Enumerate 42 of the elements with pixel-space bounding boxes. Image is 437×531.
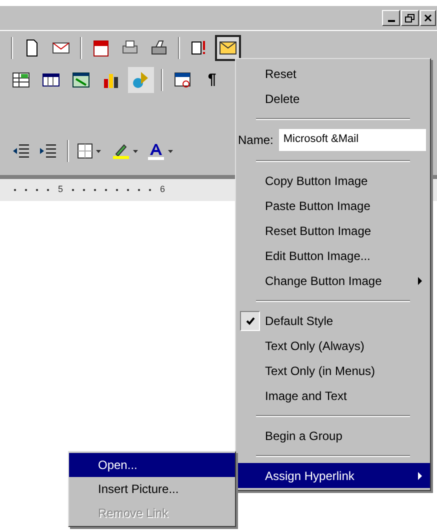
menu-item[interactable]: Copy Button Image — [236, 168, 430, 193]
close-icon — [424, 14, 432, 22]
menu-item[interactable]: Delete — [236, 86, 430, 111]
menu-item[interactable]: Edit Button Image... — [236, 243, 430, 268]
indent-icon — [39, 144, 57, 158]
menu-item[interactable]: Image and Text — [236, 383, 430, 408]
menu-item[interactable]: Begin a Group — [236, 423, 430, 448]
document-map-icon — [173, 70, 193, 90]
ruler-number: 5 — [58, 183, 64, 196]
caret-icon — [133, 150, 138, 152]
printer-icon — [149, 38, 169, 58]
menu-item[interactable]: Open... — [69, 453, 235, 477]
menu-item[interactable]: Reset Button Image — [236, 218, 430, 243]
restore-icon — [405, 14, 415, 22]
name-field[interactable]: Microsoft &Mail — [279, 128, 426, 150]
indent-icon — [12, 144, 30, 158]
submenu-arrow-icon — [418, 276, 422, 284]
spreadsheet-icon — [71, 70, 91, 90]
highlighter-icon — [112, 142, 130, 160]
menu-item[interactable]: Paste Button Image — [236, 193, 430, 218]
menu-item[interactable]: Assign Hyperlink — [236, 463, 430, 488]
toolbar-button[interactable] — [215, 34, 241, 60]
minimize-icon — [388, 20, 394, 22]
menu-item[interactable]: Default Style — [236, 308, 430, 333]
restore-button[interactable] — [401, 10, 419, 26]
caret-icon — [96, 150, 101, 152]
border-icon — [77, 143, 93, 159]
minimize-button[interactable] — [382, 10, 400, 26]
close-button[interactable] — [420, 10, 436, 26]
caret-icon — [168, 150, 173, 152]
calendar-icon — [91, 38, 111, 58]
menu-item[interactable]: Text Only (Always) — [236, 333, 430, 358]
ruler-number: 6 — [160, 183, 166, 196]
font-color-icon — [147, 142, 165, 160]
table-icon — [11, 70, 31, 90]
menu-item[interactable]: Change Button Image — [236, 268, 430, 293]
menu-item[interactable]: Text Only (in Menus) — [236, 358, 430, 383]
menu-item[interactable]: Insert Picture... — [69, 477, 235, 501]
submenu-arrow-icon — [418, 472, 422, 480]
checkmark-icon — [246, 316, 254, 324]
name-label: Name: — [238, 132, 274, 148]
menu-item[interactable]: Reset — [236, 61, 430, 86]
